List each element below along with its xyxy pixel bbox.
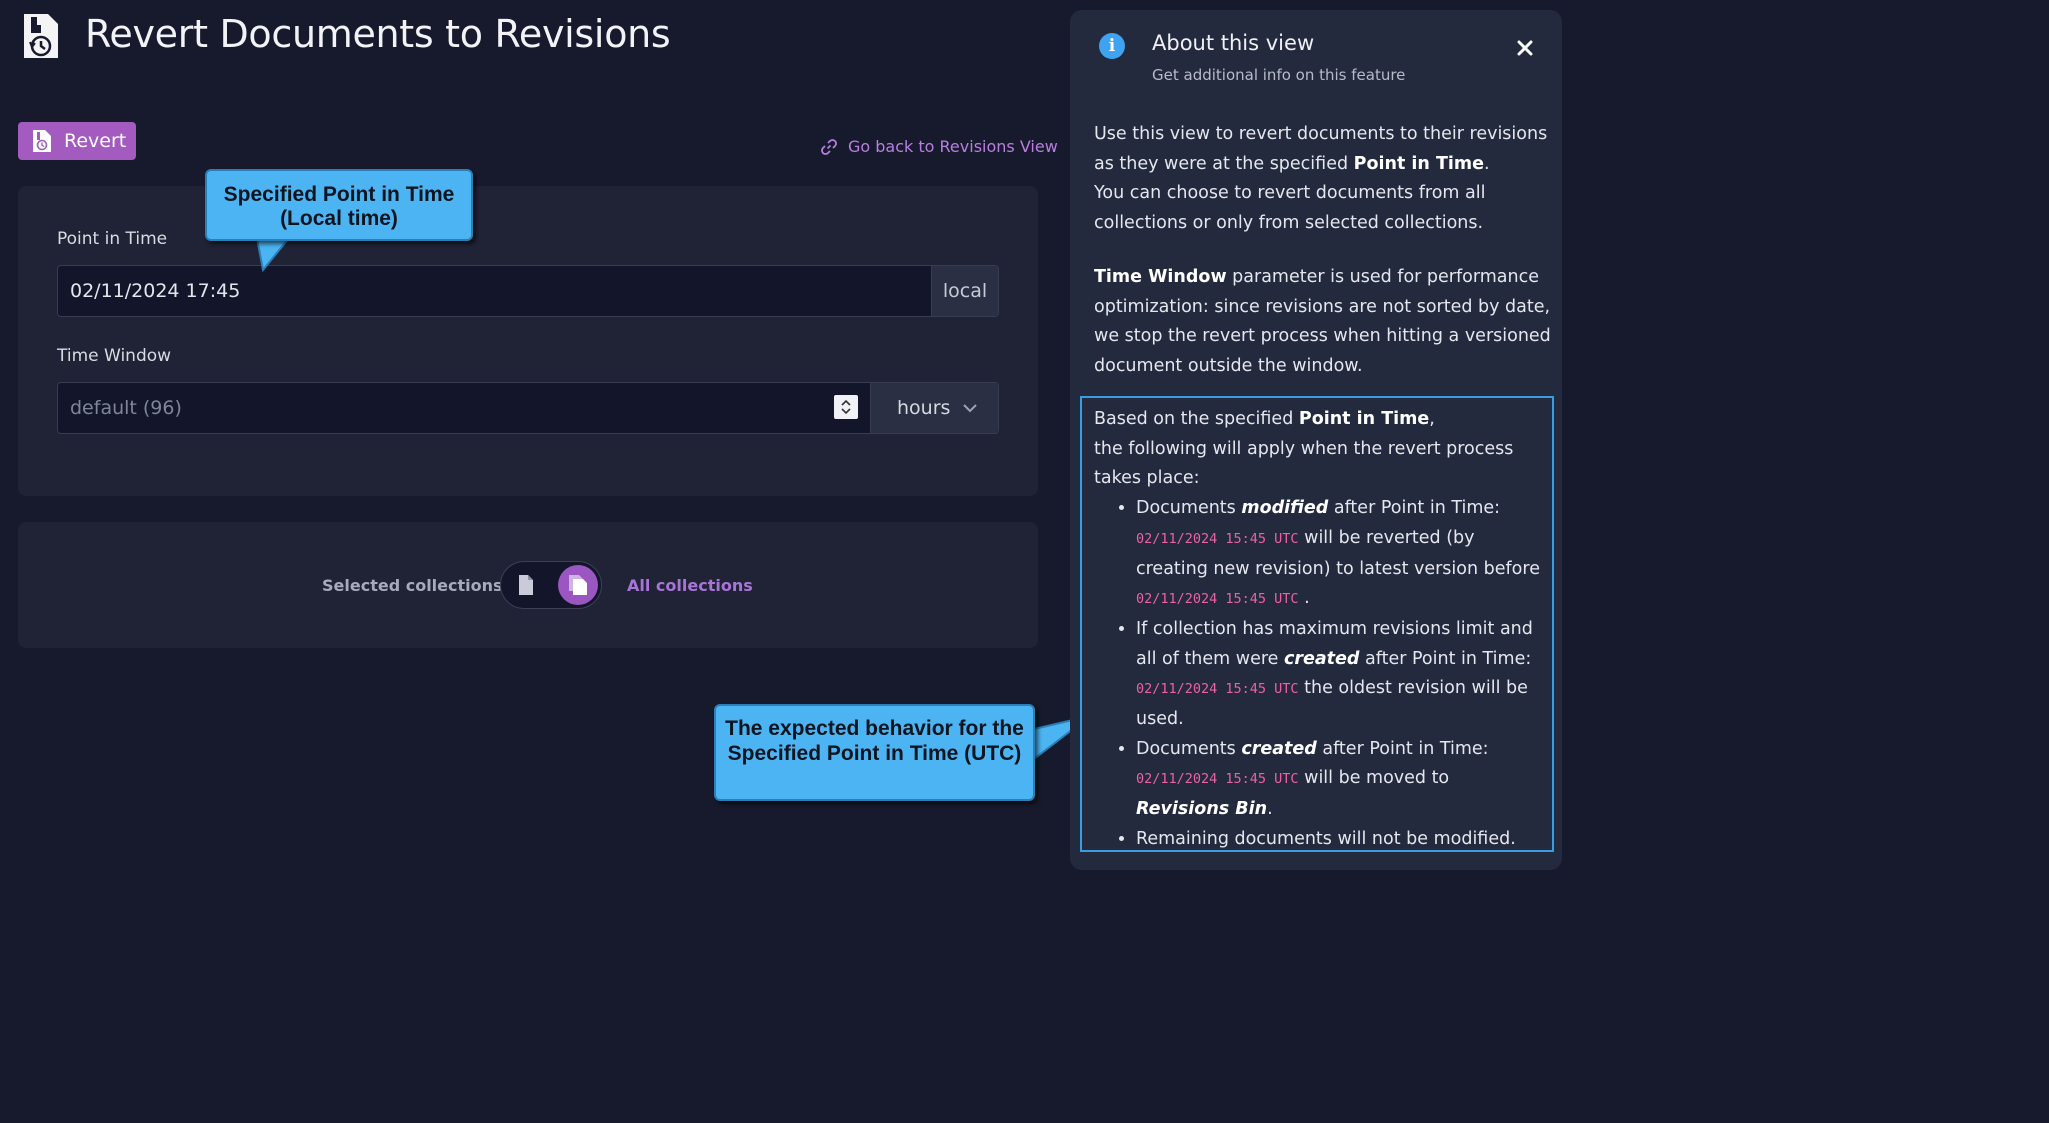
about-text: . — [1267, 799, 1273, 820]
expected-behavior-text: Based on the specified Point in Time, th… — [1094, 405, 1540, 855]
about-text-emphasis: Revisions Bin — [1136, 799, 1268, 820]
close-icon[interactable] — [1515, 38, 1535, 58]
about-text-emphasis: created — [1241, 738, 1317, 759]
about-text: . — [1484, 153, 1490, 174]
time-window-stepper[interactable] — [834, 395, 858, 419]
about-text: will be moved to — [1298, 768, 1450, 789]
about-text-bold: Point in Time — [1298, 409, 1430, 429]
about-text: the following will apply when the revert… — [1094, 438, 1514, 489]
revert-document-icon — [33, 130, 51, 152]
documents-stack-icon — [569, 575, 587, 595]
utc-time-code: 02/11/2024 15:45 UTC — [1136, 530, 1299, 547]
revert-settings-panel — [18, 186, 1038, 496]
about-text: Based on the specified — [1094, 409, 1299, 429]
behavior-list: Documents modified after Point in Time: … — [1094, 494, 1540, 854]
revert-document-icon — [24, 14, 58, 58]
point-in-time-group: 02/11/2024 17:45 local — [57, 265, 999, 317]
local-time-addon: local — [931, 266, 998, 316]
chevron-down-icon — [963, 404, 977, 413]
list-item: Remaining documents will not be modified… — [1136, 825, 1540, 855]
time-window-input[interactable]: default (96) — [58, 383, 834, 433]
about-text-bold: Time Window — [1094, 267, 1227, 287]
list-item: Documents created after Point in Time: 0… — [1136, 735, 1540, 825]
utc-time-code: 02/11/2024 15:45 UTC — [1136, 771, 1299, 788]
about-text: . — [1298, 588, 1310, 609]
about-text-bold: Point in Time — [1353, 153, 1484, 174]
about-text-emphasis: created — [1284, 648, 1360, 669]
revert-button-label: Revert — [64, 130, 127, 152]
about-intro-text: Use this view to revert documents to the… — [1094, 120, 1554, 239]
go-back-to-revisions-link[interactable]: Go back to Revisions View — [820, 137, 1058, 156]
toggle-knob — [558, 565, 598, 605]
link-icon — [821, 138, 837, 155]
all-collections-label[interactable]: All collections — [627, 576, 753, 595]
list-item: If collection has maximum revisions limi… — [1136, 615, 1540, 735]
document-icon — [519, 575, 533, 595]
time-window-unit-select[interactable]: hours — [870, 383, 998, 433]
about-text: You can choose to revert documents from … — [1094, 183, 1486, 234]
page-header-icon-wrap — [22, 10, 60, 62]
about-text: Documents — [1136, 738, 1242, 759]
about-subtitle: Get additional info on this feature — [1152, 66, 1406, 84]
time-window-label: Time Window — [57, 346, 172, 366]
point-in-time-input[interactable]: 02/11/2024 17:45 — [58, 266, 931, 316]
about-text: after Point in Time: — [1328, 498, 1501, 519]
utc-time-code: 02/11/2024 15:45 UTC — [1136, 591, 1299, 608]
unit-select-value: hours — [897, 397, 951, 419]
go-back-link-label: Go back to Revisions View — [848, 137, 1058, 156]
page-title: Revert Documents to Revisions — [85, 12, 671, 56]
about-text: Remaining documents will not be modified… — [1136, 828, 1516, 849]
list-item: Documents modified after Point in Time: … — [1136, 494, 1540, 615]
about-text: after Point in Time: — [1316, 738, 1489, 759]
selected-collections-label[interactable]: Selected collections — [322, 576, 503, 595]
info-icon: i — [1099, 33, 1125, 59]
revert-button[interactable]: Revert — [18, 122, 136, 160]
about-text: Documents — [1136, 498, 1242, 519]
about-text: after Point in Time: — [1359, 648, 1532, 669]
point-in-time-label: Point in Time — [57, 229, 168, 249]
utc-time-code: 02/11/2024 15:45 UTC — [1136, 681, 1299, 698]
stepper-arrows-icon — [841, 399, 851, 415]
time-window-group: default (96) hours — [57, 382, 999, 434]
about-text-emphasis: modified — [1241, 498, 1329, 519]
about-time-window-text: Time Window parameter is used for perfor… — [1094, 263, 1554, 382]
collections-toggle[interactable] — [500, 561, 602, 609]
callout-point-in-time: Specified Point in Time (Local time) — [205, 169, 473, 241]
callout-expected-behavior: The expected behavior for the Specified … — [714, 704, 1035, 801]
about-title: About this view — [1152, 31, 1315, 55]
about-text: , — [1429, 409, 1435, 429]
